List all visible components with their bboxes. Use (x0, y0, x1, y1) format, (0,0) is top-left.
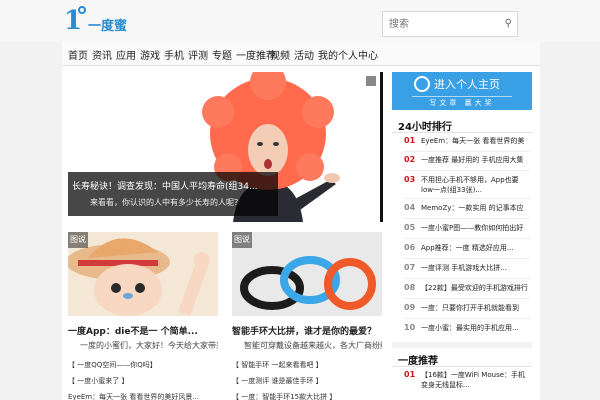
card-title[interactable]: 一度App：die不是一 个简单... (68, 324, 218, 337)
header: 1 一度蜜 ⚲ (0, 0, 600, 42)
nav-item-apps[interactable]: 应用 (116, 47, 136, 62)
wristband-image (232, 232, 382, 316)
card-desc: 一度的小蜜们，大家好！今天给大家带来Apps的有趣测评，一起来玩吧！ (80, 341, 218, 350)
divider (404, 238, 530, 239)
divider (392, 132, 532, 133)
rank-title[interactable]: App推荐：一度 精选好应用... (421, 243, 529, 253)
card-related-link[interactable]: 【 智能手环 一起来看看吧 】 (232, 360, 382, 370)
rank-number: 01 (404, 370, 416, 379)
rank-number: 04 (404, 203, 416, 212)
rank-number: 01 (404, 136, 416, 145)
ranking-title: 24小时排行 (398, 122, 452, 133)
card-tag[interactable]: 图说 (232, 232, 252, 248)
nav-item-phones[interactable]: 手机 (164, 47, 184, 62)
rank-title[interactable]: MemoZy：一款实用 的记事本应用... (421, 203, 529, 213)
card-related-link[interactable]: 【 一度小蜜来了 】 (68, 376, 218, 386)
rank-title[interactable]: 【16款】一度WiFi Mouse：手机变身无线鼠标... (421, 370, 529, 390)
rank-title[interactable]: 一度评测 手机游戏大比拼... (421, 263, 529, 273)
rank-title[interactable]: 不用担心手机不够用，App也要low一点(组33张)... (421, 175, 529, 195)
nav-item-my-center[interactable]: 我的个人中心 (318, 47, 378, 62)
card-title[interactable]: 智能手环大比拼，谁才是你的最爱？ (232, 324, 382, 337)
divider (392, 366, 532, 367)
site-logo[interactable]: 1 一度蜜 (64, 6, 148, 36)
nav-item-video[interactable]: 视频 (270, 47, 290, 62)
divider (404, 198, 530, 199)
rank-title[interactable]: 一度小蜜：最实用的手机应用... (421, 323, 529, 333)
divider (404, 298, 530, 299)
article-card: 图说 智能手环大比拼，谁才是你的最爱？ 智能可穿戴设备越来越火，各大厂商纷纷推出… (232, 232, 382, 400)
search-box: ⚲ (382, 11, 518, 37)
card-related-link[interactable]: 【 一度QQ空间——你Q吗】 (68, 360, 218, 370)
recommend-title: 一度推荐 (398, 356, 438, 367)
user-icon (414, 76, 430, 92)
cartoon-image (68, 232, 218, 316)
logo-circle-icon (78, 6, 86, 14)
rank-number: 10 (404, 323, 416, 332)
banner-subtitle: 写文章 赢大奖 (412, 96, 512, 108)
card-related-link[interactable]: EyeEm：每天一张 看看世界的美好风景... (68, 392, 218, 400)
rank-number: 03 (404, 175, 416, 184)
rank-title[interactable]: 一度小蜜P图——教你如何拍出好看的照片... (421, 223, 529, 233)
nav-item-topics[interactable]: 专题 (212, 47, 232, 62)
hero-subtitle: 来看看，你认识的人中有多少长寿的人呢？ (90, 198, 242, 207)
rank-number: 02 (404, 155, 416, 164)
banner-title: 进入个人主页 (434, 78, 500, 91)
card-tag[interactable]: 图说 (68, 232, 88, 248)
search-icon[interactable]: ⚲ (505, 18, 512, 29)
rank-number: 09 (404, 303, 416, 312)
slide-indicator[interactable] (366, 76, 376, 86)
divider (404, 278, 530, 279)
divider (404, 318, 530, 319)
search-input[interactable] (383, 12, 493, 36)
card-related-link[interactable]: 【 一度测评 谁是最佳手环 】 (232, 376, 382, 386)
nav-item-reviews[interactable]: 评测 (188, 47, 208, 62)
sidebar: 进入个人主页 写文章 赢大奖 24小时排行 01 EyeEm：每天一张 看看世界… (392, 72, 532, 400)
divider (404, 258, 530, 259)
nav-item-games[interactable]: 游戏 (140, 47, 160, 62)
card-image[interactable]: 图说 (68, 232, 218, 316)
card-related-link[interactable]: 【 一度：智能手环15款大比拼 】 (232, 392, 382, 400)
hero-title[interactable]: 长寿秘诀！调查发现：中国人平均寿命(组34... (72, 179, 274, 192)
card-image[interactable]: 图说 (232, 232, 382, 316)
logo-text: 一度蜜 (88, 19, 128, 34)
rank-number: 06 (404, 243, 416, 252)
nav-item-events[interactable]: 活动 (294, 47, 314, 62)
rank-number: 07 (404, 263, 416, 272)
rank-title[interactable]: 一度推荐 最好用的 手机应用大集合!(图文)... (421, 155, 529, 165)
hero-caption: 长寿秘诀！调查发现：中国人平均寿命(组34... 来看看，你认识的人中有多少长寿… (68, 172, 278, 216)
article-card: 图说 一度App：die不是一 个简单... 一度的小蜜们，大家好！今天给大家带… (68, 232, 218, 400)
rank-number: 08 (404, 283, 416, 292)
personal-center-banner[interactable]: 进入个人主页 写文章 赢大奖 (392, 72, 532, 110)
divider (404, 151, 530, 152)
nav-item-news[interactable]: 资讯 (92, 47, 112, 62)
main-nav: 首页 资讯 应用 游戏 手机 评测 专题 一度推荐 视频 活动 我的个人中心 (62, 42, 540, 66)
rank-number: 05 (404, 223, 416, 232)
card-desc: 智能可穿戴设备越来越火，各大厂商纷纷推出自家的手环，到底哪款最好？ (244, 341, 382, 350)
divider (404, 170, 530, 171)
rank-title[interactable]: EyeEm：每天一张 看看世界的美好风景... (421, 136, 529, 146)
divider (404, 218, 530, 219)
hero-slide[interactable]: 长寿秘诀！调查发现：中国人平均寿命(组34... 来看看，你认识的人中有多少长寿… (68, 72, 383, 222)
rank-title[interactable]: 一度：只要你打开手机就能看到的“好东西”... (421, 303, 529, 313)
rank-title[interactable]: 【22款】最受欢迎的手机游戏排行榜... (421, 283, 529, 293)
nav-item-home[interactable]: 首页 (68, 47, 88, 62)
section-gap (392, 342, 532, 348)
